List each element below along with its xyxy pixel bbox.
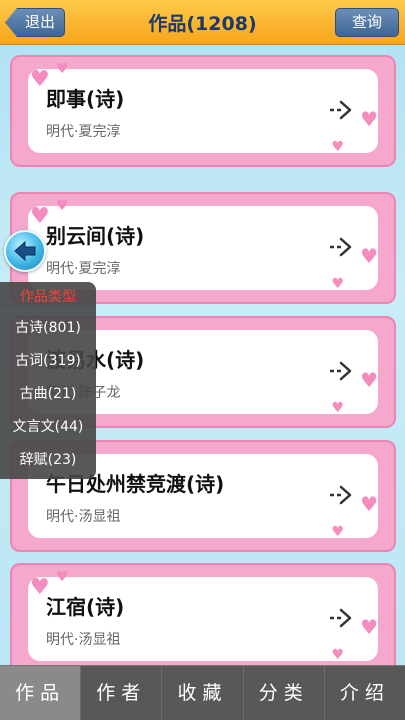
bottom-tab-bar: 作品 作者 收藏 分类 介绍: [0, 665, 405, 720]
tab-categories[interactable]: 分类: [244, 666, 325, 720]
category-item-guci[interactable]: 古词(319): [0, 345, 96, 378]
work-author: 明代·夏完淳: [46, 124, 121, 140]
work-title: 即事(诗): [46, 87, 125, 111]
category-item-gushi[interactable]: 古诗(801): [0, 312, 96, 345]
heart-decoration-icon: ♥: [360, 368, 378, 392]
work-author: 明代·汤显祖: [46, 509, 121, 525]
category-item-wenyanwen[interactable]: 文言文(44): [0, 411, 96, 444]
heart-decoration-icon: ♥: [331, 400, 344, 416]
work-author: 明代·夏完淳: [46, 261, 121, 277]
work-card[interactable]: ♥ ♥ ♥ ♥ 江宿(诗) 明代·汤显祖: [10, 563, 396, 665]
collapse-panel-button[interactable]: [4, 230, 46, 272]
heart-decoration-icon: ♥: [360, 107, 378, 131]
category-item-cifu[interactable]: 辞赋(23): [0, 444, 96, 477]
heart-decoration-icon: ♥: [360, 492, 378, 516]
query-button[interactable]: 查询: [335, 8, 399, 37]
heart-decoration-icon: ♥: [331, 524, 344, 540]
top-bar: 退出 作品(1208) 查询: [0, 0, 405, 45]
tab-authors[interactable]: 作者: [81, 666, 163, 720]
heart-decoration-icon: ♥: [56, 569, 69, 585]
arrow-right-icon: [330, 608, 352, 628]
heart-decoration-icon: ♥: [56, 198, 69, 214]
heart-decoration-icon: ♥: [331, 139, 344, 155]
arrow-right-icon: [330, 485, 352, 505]
work-title: 别云间(诗): [46, 224, 145, 248]
heart-decoration-icon: ♥: [360, 244, 378, 268]
arrow-left-icon: [14, 240, 36, 262]
work-title: 江宿(诗): [46, 595, 125, 619]
work-card[interactable]: ♥ ♥ ♥ ♥ 即事(诗) 明代·夏完淳: [10, 55, 396, 167]
work-author: 明代·汤显祖: [46, 632, 121, 648]
category-item-guqu[interactable]: 古曲(21): [0, 378, 96, 411]
tab-works[interactable]: 作品: [0, 666, 82, 720]
arrow-right-icon: [330, 100, 352, 120]
heart-decoration-icon: ♥: [331, 647, 344, 663]
tab-about[interactable]: 介绍: [325, 666, 405, 720]
arrow-right-icon: [330, 361, 352, 381]
tab-favorites[interactable]: 收藏: [162, 666, 244, 720]
category-panel: 作品类型 古诗(801) 古词(319) 古曲(21) 文言文(44) 辞赋(2…: [0, 282, 96, 479]
category-header: 作品类型: [0, 282, 96, 312]
heart-decoration-icon: ♥: [56, 61, 69, 77]
arrow-right-icon: [330, 237, 352, 257]
heart-decoration-icon: ♥: [360, 615, 378, 639]
heart-decoration-icon: ♥: [331, 276, 344, 292]
